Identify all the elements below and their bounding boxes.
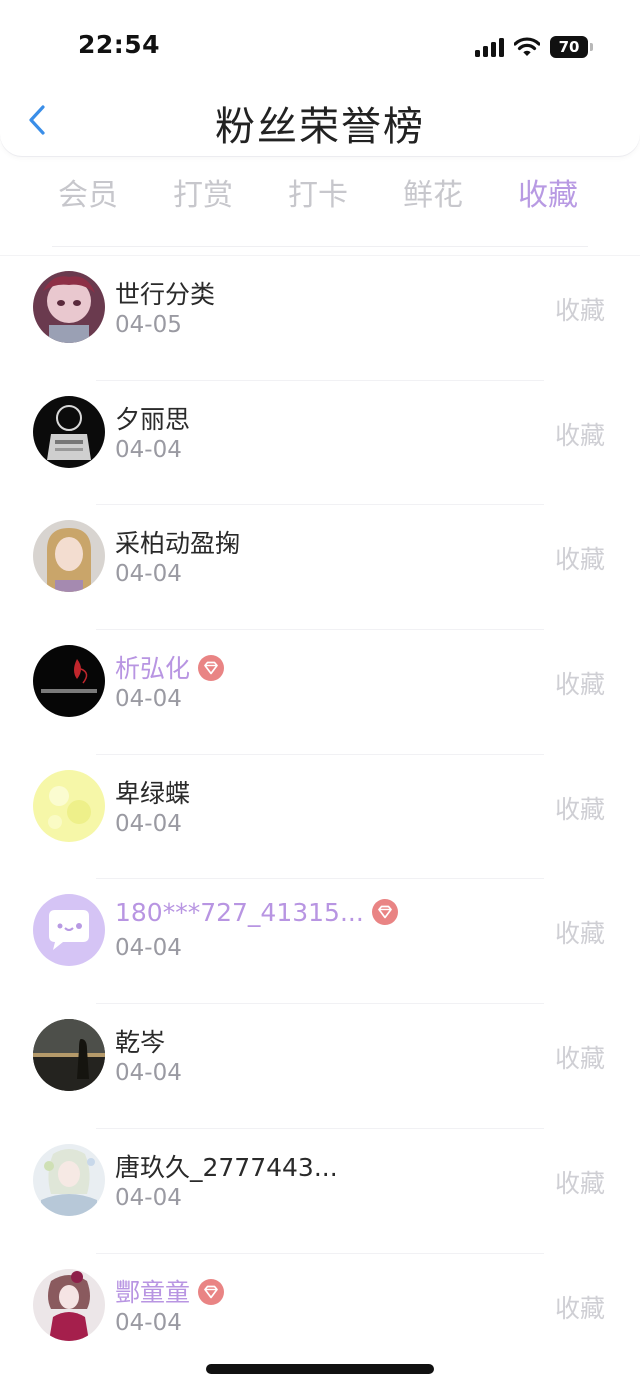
vip-diamond-icon: [198, 655, 225, 682]
action-label: 收藏: [554, 794, 605, 824]
avatar[interactable]: [33, 769, 105, 842]
cellular-signal-icon: [475, 37, 504, 57]
action-label: 收藏: [554, 670, 605, 700]
favorite-date: 04-04: [115, 436, 182, 463]
favorite-date: 04-04: [115, 686, 182, 713]
favorite-date: 04-04: [115, 810, 182, 837]
row-divider: [96, 1252, 544, 1254]
favorite-date: 04-04: [115, 1060, 182, 1087]
action-label: 收藏: [554, 919, 605, 949]
tabs-divider: [52, 246, 588, 247]
status-icons: 70: [475, 34, 593, 60]
vip-diamond-icon: [371, 899, 398, 926]
user-name[interactable]: 唐玖久_2777443...: [115, 1148, 338, 1184]
action-label: 收藏: [554, 545, 605, 575]
user-name[interactable]: 乾岑: [115, 1023, 165, 1059]
tab-flowers[interactable]: 鲜花: [378, 170, 488, 214]
action-label: 收藏: [554, 420, 605, 450]
battery-icon: 70: [550, 36, 593, 58]
avatar[interactable]: [33, 894, 105, 967]
list-item[interactable]: 采柏动盈掬 04-04 收藏: [0, 504, 640, 629]
row-divider: [96, 379, 544, 381]
favorite-date: 04-04: [115, 561, 182, 588]
user-name[interactable]: 卑绿蝶: [115, 774, 190, 810]
action-label: 收藏: [554, 1168, 605, 1198]
tab-reward[interactable]: 打赏: [148, 170, 258, 214]
row-divider: [96, 629, 544, 631]
favorite-date: 04-05: [115, 312, 182, 338]
list-item[interactable]: 卑绿蝶 04-04 收藏: [0, 753, 640, 879]
avatar[interactable]: [33, 271, 105, 343]
tab-favorites[interactable]: 收藏: [493, 170, 603, 214]
battery-level: 70: [558, 38, 580, 56]
list-item[interactable]: 180***727_41315... 04-04 收藏: [0, 878, 640, 1003]
action-label: 收藏: [554, 296, 605, 325]
user-name[interactable]: 世行分类: [115, 275, 215, 311]
row-divider: [96, 753, 544, 755]
favorite-date: 04-04: [115, 935, 182, 962]
action-label: 收藏: [554, 1044, 605, 1074]
avatar[interactable]: [33, 520, 105, 593]
avatar[interactable]: [33, 395, 105, 468]
fan-list: 世行分类 04-05 收藏 夕丽思 04-04 收藏 采柏动盈掬 04-04 收…: [0, 255, 640, 1377]
favorite-date: 04-04: [115, 1184, 182, 1211]
row-divider: [96, 504, 544, 506]
row-divider: [0, 255, 640, 256]
list-item[interactable]: 世行分类 04-05 收藏: [0, 255, 640, 380]
row-divider: [96, 878, 544, 880]
tab-checkin[interactable]: 打卡: [263, 170, 373, 214]
user-name[interactable]: 夕丽思: [115, 400, 190, 436]
vip-diamond-icon: [198, 1278, 225, 1305]
list-item[interactable]: 唐玖久_2777443... 04-04 收藏: [0, 1127, 640, 1253]
avatar[interactable]: [33, 1268, 105, 1341]
user-name[interactable]: 180***727_41315...: [115, 898, 398, 927]
tab-member[interactable]: 会员: [33, 170, 143, 214]
row-divider: [96, 1127, 544, 1129]
page-title: 粉丝荣誉榜: [215, 104, 425, 150]
avatar[interactable]: [33, 1143, 105, 1216]
favorite-date: 04-04: [115, 1309, 182, 1336]
navigation-header: 22:54 70 粉丝荣誉榜: [0, 0, 640, 156]
row-divider: [96, 1003, 544, 1005]
user-name[interactable]: 析弘化: [115, 649, 225, 685]
list-item[interactable]: 夕丽思 04-04 收藏: [0, 379, 640, 505]
action-label: 收藏: [554, 1293, 605, 1323]
wifi-icon: [514, 37, 540, 56]
avatar[interactable]: [33, 1019, 105, 1092]
tab-bar: 会员 打赏 打卡 鲜花 收藏: [0, 170, 640, 216]
user-name[interactable]: 采柏动盈掬: [115, 524, 240, 560]
avatar[interactable]: [33, 645, 105, 718]
list-item[interactable]: 酆童童 04-04 收藏: [0, 1252, 640, 1378]
status-time: 22:54: [78, 30, 161, 59]
home-indicator[interactable]: [206, 1364, 434, 1374]
list-item[interactable]: 析弘化 04-04 收藏: [0, 629, 640, 754]
user-name[interactable]: 酆童童: [115, 1273, 225, 1309]
list-item[interactable]: 乾岑 04-04 收藏: [0, 1003, 640, 1128]
